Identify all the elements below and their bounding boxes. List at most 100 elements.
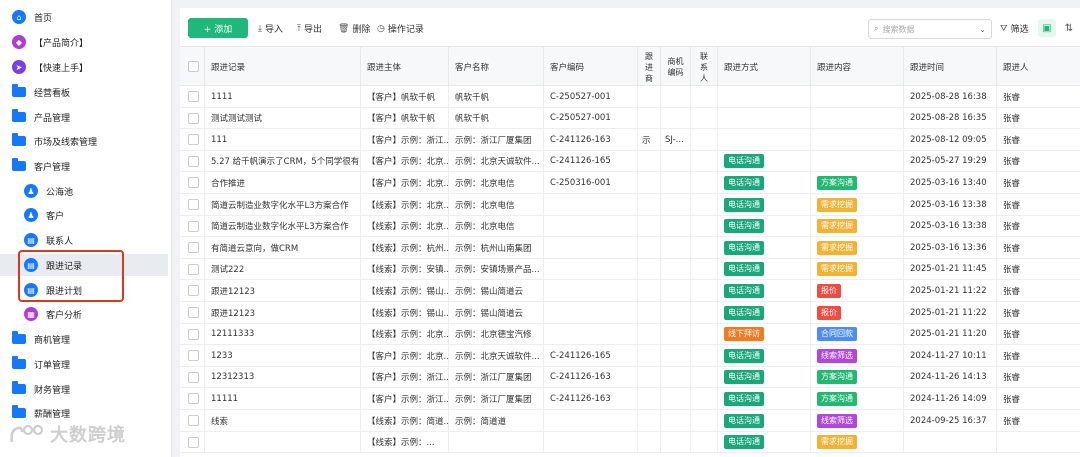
export-button[interactable]: ⤒ 导出 — [297, 22, 322, 36]
log-button[interactable]: ◷ 操作记录 — [377, 22, 424, 36]
view-toggle-button[interactable]: ▣ — [1038, 19, 1056, 37]
row-checkbox[interactable] — [188, 177, 199, 189]
sidebar-item[interactable]: 市场及线索管理 — [0, 130, 168, 152]
table-row[interactable]: 【线索】示例：... 电话沟通 需求挖掘 — [180, 431, 1080, 454]
column-header[interactable]: 商机 编码 — [660, 47, 690, 87]
row-checkbox[interactable] — [188, 285, 199, 297]
sidebar-item[interactable]: 订单管理 — [0, 353, 168, 375]
column-header[interactable]: 跟进记录 — [204, 47, 360, 87]
sidebar-item[interactable]: ▦ 客户分析 — [0, 303, 168, 325]
sidebar-item[interactable]: ▤ 联系人 — [0, 229, 168, 251]
sidebar-item[interactable]: ♟ 公海池 — [0, 180, 168, 202]
table-row[interactable]: 测试测试测试 【客户】帆软千帆 帆软千帆 C-250527-001 2025-08-28… — [180, 107, 1080, 130]
sidebar-item[interactable]: 客户管理 — [0, 155, 168, 177]
column-header[interactable]: 跟进时间 — [903, 47, 996, 87]
delete-button[interactable]: 🗑 删除 — [338, 22, 370, 36]
status-badge: 需求挖掘 — [817, 197, 857, 212]
column-header[interactable]: 跟 进 商 — [637, 47, 660, 87]
row-checkbox[interactable] — [188, 371, 199, 383]
table-row[interactable]: 11111 【客户】示例：浙江... 示例：浙江厂厦集团 C-241126-163 电话… — [180, 388, 1080, 410]
filter-button[interactable]: ⛛ 筛选 — [1000, 22, 1029, 36]
table-row[interactable]: 测试222 【线索】示例：安镇... 示例：安镇场景产品... 电话沟通 需求挖掘 202… — [180, 258, 1080, 281]
row-checkbox[interactable] — [188, 199, 199, 210]
row-checkbox[interactable] — [188, 155, 199, 167]
sidebar-item[interactable]: ◆ 【产品简介】 — [0, 31, 168, 53]
highlight-annotation — [18, 250, 124, 302]
row-checkbox[interactable] — [188, 112, 199, 124]
cell-bizcode — [660, 107, 690, 129]
row-checkbox[interactable] — [188, 350, 199, 362]
cell-time: 2025-01-21 11:22 — [903, 302, 996, 323]
sidebar-item[interactable]: ♟ 客户 — [0, 204, 168, 226]
table-row[interactable]: 简道云制造业数字化水平L3方案合作 【线索】示例：北京... 示例：北京电信 电话沟通… — [180, 215, 1080, 238]
cell-content: 需求挖掘 — [810, 194, 903, 215]
table-row[interactable]: 简道云制造业数字化水平L3方案合作 【线索】示例：北京... 示例：北京电信 电话沟通… — [180, 194, 1080, 216]
cell-customer: 示例：简道道 — [448, 410, 543, 431]
row-checkbox[interactable] — [188, 415, 199, 426]
toolbar: + 添加 ⤓ 导入 ⤒ 导出 🗑 删除 ◷ 操作记录 ⌕ 搜索数据 ⌄ ⛛ 筛选 ▣ ⇅ — [180, 8, 1080, 46]
cell-method: 电话沟通 — [717, 366, 810, 388]
table-row[interactable]: 有简道云意向，做CRM 【线索】示例：杭州... 示例：杭州山南集团 电话沟通 需求挖掘… — [180, 237, 1080, 259]
cell-bizcode — [660, 150, 690, 172]
cell-subject: 【客户】示例：北京... — [360, 150, 448, 172]
column-header[interactable]: 跟进方式 — [717, 47, 810, 87]
row-checkbox[interactable] — [188, 307, 199, 318]
cell-time: 2024-11-26 14:13 — [903, 366, 996, 388]
column-header[interactable]: 客户编码 — [543, 47, 637, 87]
table-row[interactable]: 5.27 给千帆演示了CRM，5个同学很有... 【客户】示例：北京... 示例：北… — [180, 150, 1080, 173]
table-row[interactable]: 线索 【线索】示例：简道... 示例：简道道 电话沟通 线索筛选 2024-09-25 1… — [180, 410, 1080, 432]
cell-customer: 示例：北京电信 — [448, 172, 543, 194]
row-checkbox[interactable] — [188, 436, 199, 448]
cell-owner: 张睿 — [996, 366, 1080, 388]
row-checkbox[interactable] — [188, 91, 199, 102]
cell-bizcode — [660, 258, 690, 280]
cell-bizcode — [660, 302, 690, 323]
sidebar-item[interactable]: ⌂ 首页 — [0, 6, 168, 28]
cell-content: 方案沟通 — [810, 388, 903, 410]
column-header[interactable]: 跟进内容 — [810, 47, 903, 87]
import-button[interactable]: ⤓ 导入 — [258, 22, 283, 36]
cell-method: 电话沟通 — [717, 150, 810, 172]
cell-content: 方案沟通 — [810, 366, 903, 388]
sidebar-item[interactable]: 经营看板 — [0, 81, 168, 103]
table-row[interactable]: 12312313 【客户】示例：浙江... 示例：浙江厂厦集团 C-241126-16… — [180, 366, 1080, 389]
cell-code: C-250316-001 — [543, 172, 637, 194]
sidebar-item[interactable]: 财务管理 — [0, 378, 168, 400]
row-checkbox[interactable] — [188, 393, 199, 405]
log-label: 操作记录 — [387, 25, 424, 35]
sort-button[interactable]: ⇅ — [1060, 19, 1078, 37]
table-row[interactable]: 跟进12123 【线索】示例：锡山... 示例：锡山简道云 电话沟通 报价 2025-01… — [180, 302, 1080, 324]
status-badge: 电话沟通 — [724, 435, 764, 450]
search-placeholder: 搜索数据 — [882, 24, 915, 34]
row-checkbox[interactable] — [188, 220, 199, 232]
sidebar-item[interactable]: 产品管理 — [0, 106, 168, 128]
column-header[interactable]: 联 系 人 — [690, 47, 717, 87]
column-header[interactable]: 跟进主体 — [360, 47, 448, 87]
table-row[interactable]: 1111 【客户】帆软千帆 帆软千帆 C-250527-001 2025-08-28 1… — [180, 86, 1080, 108]
cell-time: 2025-03-16 13:38 — [903, 215, 996, 237]
cell-biz — [637, 107, 660, 129]
row-checkbox[interactable] — [188, 242, 199, 254]
row-checkbox[interactable] — [188, 134, 199, 146]
sidebar-item-label: 商机管理 — [34, 335, 71, 346]
cell-biz — [637, 410, 660, 431]
table-row[interactable]: 12111333 【线索】示例：北京... 示例：北京德宝汽修 线下拜访 合同回款 202… — [180, 323, 1080, 346]
table-row[interactable]: 跟进12123 【线索】示例：锡山... 示例：锡山简道云 电话沟通 报价 2025-01… — [180, 280, 1080, 302]
table-row[interactable]: 111 【客户】示例：浙江... 示例：浙江厂厦集团 C-241126-163 示 SJ-… — [180, 129, 1080, 151]
sidebar-item[interactable]: ➤ 【快速上手】 — [0, 56, 168, 78]
cell-time: 2025-01-21 11:20 — [903, 323, 996, 345]
cell-record: 简道云制造业数字化水平L3方案合作 — [204, 215, 360, 237]
cell-contact — [690, 323, 717, 345]
sidebar-item[interactable]: 商机管理 — [0, 328, 168, 350]
cell-subject: 【客户】示例：北京... — [360, 345, 448, 367]
select-all-checkbox[interactable] — [188, 61, 199, 72]
column-header[interactable]: 跟进人 — [996, 47, 1080, 87]
table-row[interactable]: 1233 【客户】示例：北京... 示例：北京天诚软件... C-241126-165… — [180, 345, 1080, 367]
cell-customer: 示例：北京天诚软件... — [448, 345, 543, 367]
row-checkbox[interactable] — [188, 263, 199, 275]
add-button[interactable]: + 添加 — [188, 18, 248, 38]
table-row[interactable]: 合作推进 【客户】示例：北京... 示例：北京电信 C-250316-001 电话沟通 方… — [180, 172, 1080, 194]
column-header[interactable]: 客户名称 — [448, 47, 543, 87]
row-checkbox[interactable] — [188, 328, 199, 340]
search-input[interactable]: ⌕ 搜索数据 ⌄ — [868, 19, 992, 39]
